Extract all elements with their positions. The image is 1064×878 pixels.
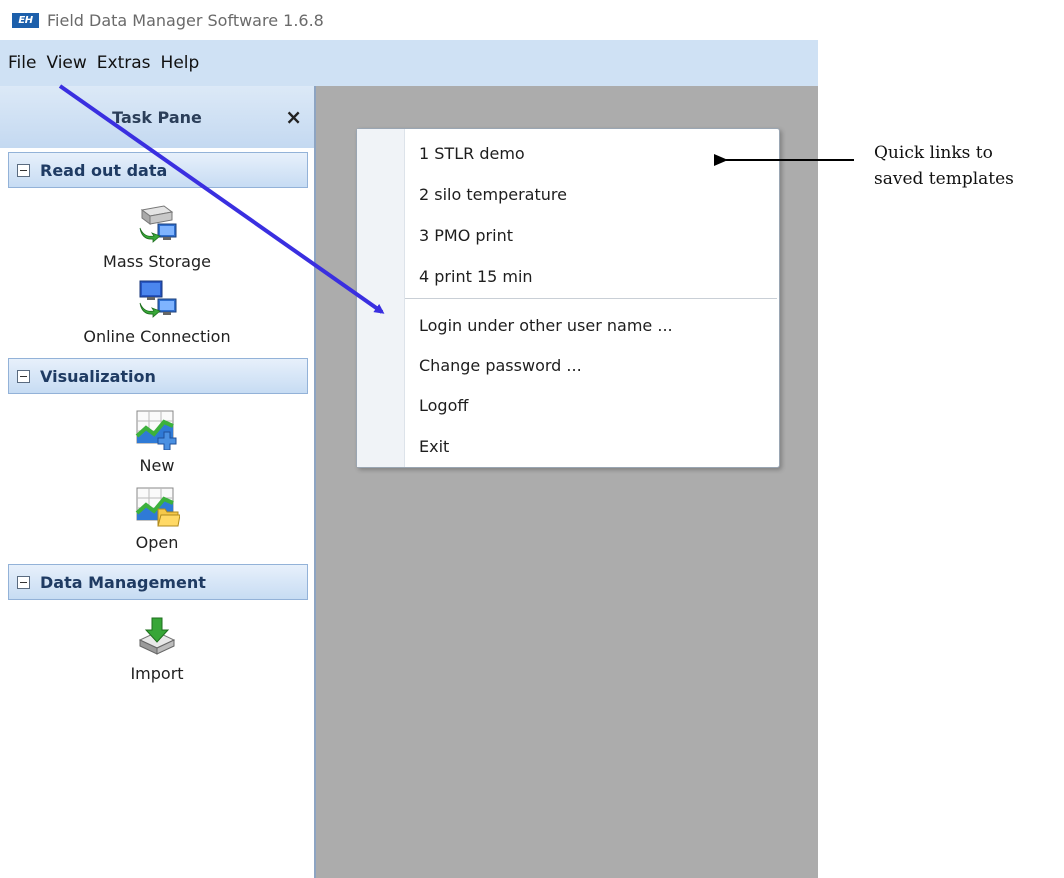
file-dropdown-menu: 1 STLR demo 2 silo temperature 3 PMO pri…: [356, 128, 780, 468]
recent-template-item[interactable]: 3 PMO print: [419, 226, 513, 245]
section-label: Visualization: [40, 366, 156, 386]
recent-template-item[interactable]: 2 silo temperature: [419, 185, 567, 204]
task-item-mass-storage[interactable]: Mass Storage: [0, 204, 314, 271]
task-item-online-connection[interactable]: Online Connection: [0, 279, 314, 346]
title-bar: EH Field Data Manager Software 1.6.8: [0, 0, 818, 40]
task-item-label: New: [139, 456, 175, 475]
task-item-label: Import: [130, 664, 184, 683]
annotation-callout: Quick links to saved templates: [874, 140, 1014, 192]
menu-help[interactable]: Help: [157, 53, 204, 73]
new-visualization-icon: [134, 408, 180, 451]
recent-template-item[interactable]: 4 print 15 min: [419, 267, 533, 286]
section-label: Read out data: [40, 160, 168, 180]
online-connection-icon: [134, 279, 180, 321]
section-read-out-data[interactable]: Read out data: [8, 152, 308, 188]
section-data-management[interactable]: Data Management: [8, 564, 308, 600]
recent-template-item[interactable]: 1 STLR demo: [419, 144, 525, 163]
mass-storage-icon: [134, 204, 180, 246]
task-pane-header: Task Pane ×: [0, 86, 314, 148]
task-item-label: Mass Storage: [103, 252, 211, 271]
open-visualization-icon: [134, 485, 181, 527]
exit-item[interactable]: Exit: [419, 437, 449, 456]
collapse-icon[interactable]: [17, 163, 30, 177]
section-visualization[interactable]: Visualization: [8, 358, 308, 394]
window-title: Field Data Manager Software 1.6.8: [47, 10, 324, 30]
menu-separator: [405, 298, 777, 299]
task-pane: Task Pane × Read out data Mass Storage O…: [0, 86, 316, 878]
task-item-new[interactable]: New: [0, 408, 314, 475]
menu-file[interactable]: File: [4, 53, 40, 73]
menu-bar: File View Extras Help: [0, 40, 818, 86]
collapse-icon[interactable]: [17, 369, 30, 383]
collapse-icon[interactable]: [17, 575, 30, 589]
import-icon: [134, 616, 180, 658]
task-item-label: Open: [135, 533, 179, 552]
menu-view[interactable]: View: [42, 53, 90, 73]
menu-icon-gutter: [357, 129, 405, 467]
annotation-line: Quick links to: [874, 143, 993, 163]
annotation-line: saved templates: [874, 169, 1014, 189]
login-other-user-item[interactable]: Login under other user name ...: [419, 316, 673, 335]
app-logo-icon: EH: [12, 12, 39, 28]
section-label: Data Management: [40, 572, 206, 592]
task-item-open[interactable]: Open: [0, 485, 314, 552]
change-password-item[interactable]: Change password ...: [419, 356, 582, 375]
menu-extras[interactable]: Extras: [93, 53, 155, 73]
task-item-label: Online Connection: [83, 327, 231, 346]
close-icon[interactable]: ×: [285, 105, 302, 129]
task-pane-title: Task Pane: [112, 107, 202, 127]
task-item-import[interactable]: Import: [0, 616, 314, 683]
logoff-item[interactable]: Logoff: [419, 396, 468, 415]
